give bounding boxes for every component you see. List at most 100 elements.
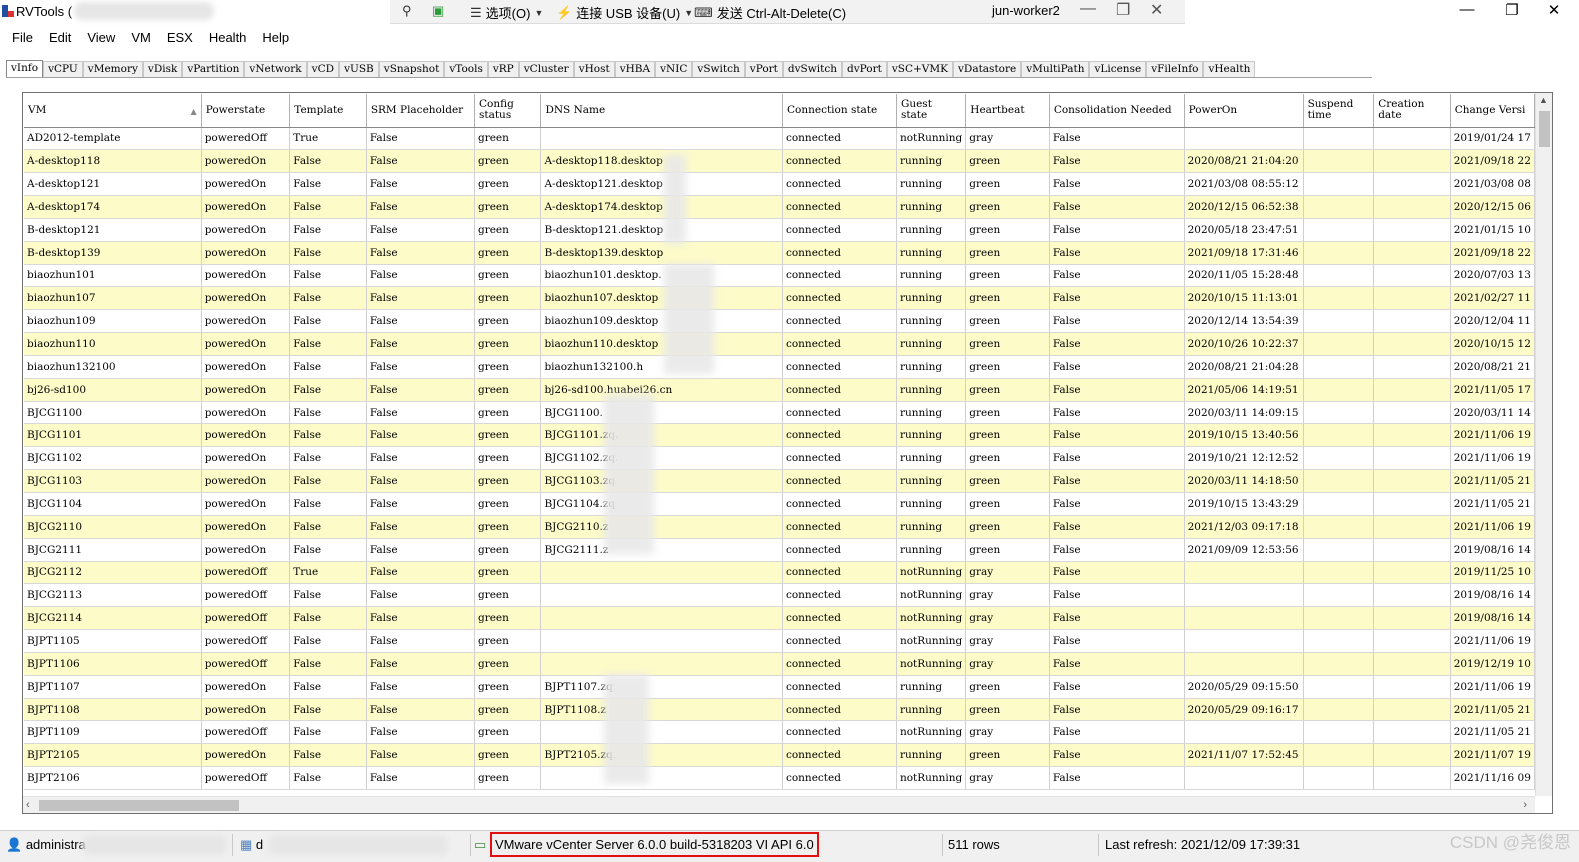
table-row[interactable]: biaozhun101 poweredOn False False green biaoz… — [24, 264, 1535, 288]
maximize-icon[interactable]: ❐ — [1492, 1, 1532, 19]
table-cell: poweredOff — [201, 127, 291, 151]
table-row[interactable]: BJPT1109 poweredOff False False green connect… — [24, 720, 1535, 745]
tab-vpartition[interactable]: vPartition — [182, 61, 245, 78]
column-header[interactable]: Config status — [474, 94, 542, 128]
tab-vhba[interactable]: vHBA — [614, 61, 656, 78]
table-row[interactable]: BJCG2110 poweredOn False False green BJCG2110… — [24, 515, 1535, 539]
remote-restore-icon[interactable]: ❐ — [1116, 0, 1130, 20]
table-row[interactable]: biaozhun110 poweredOn False False green biaoz… — [24, 332, 1535, 356]
menu-edit[interactable]: Edit — [49, 27, 71, 49]
tab-vnetwork[interactable]: vNetwork — [244, 61, 307, 78]
column-header[interactable]: Heartbeat — [965, 94, 1050, 128]
close-icon[interactable]: ✕ — [1534, 1, 1574, 19]
tab-dvswitch[interactable]: dvSwitch — [782, 61, 842, 78]
table-row[interactable]: BJCG2114 poweredOff False False green connect… — [24, 606, 1535, 631]
table-row[interactable]: BJCG1104 poweredOn False False green BJCG1104… — [24, 492, 1535, 516]
menu-vm[interactable]: VM — [131, 27, 151, 49]
table-row[interactable]: BJCG1103 poweredOn False False green BJCG1103… — [24, 469, 1535, 493]
column-header[interactable]: DNS Name — [540, 94, 783, 128]
table-row[interactable]: BJPT1106 poweredOff False False green connect… — [24, 652, 1535, 676]
table-row[interactable]: AD2012-template poweredOff True False green c… — [24, 127, 1535, 151]
tab-vdatastore[interactable]: vDatastore — [952, 61, 1022, 78]
column-header[interactable]: Connection state — [782, 94, 897, 128]
tab-vrp[interactable]: vRP — [487, 61, 519, 78]
vertical-scroll-thumb[interactable] — [1539, 111, 1550, 147]
tab-vsnapshot[interactable]: vSnapshot — [378, 61, 445, 78]
table-row[interactable]: B-desktop121 poweredOn False False green B-de… — [24, 218, 1535, 242]
options-menu[interactable]: ☰ 选项(O) ▼ — [470, 3, 543, 22]
usb-menu[interactable]: ⚡ 连接 USB 设备(U) ▼ — [556, 3, 693, 22]
horizontal-scroll-thumb[interactable] — [39, 800, 239, 811]
table-row[interactable]: biaozhun132100 poweredOn False False green bi… — [24, 355, 1535, 379]
table-row[interactable]: BJPT2105 poweredOn False False green BJPT2105… — [24, 743, 1535, 768]
tab-vtools[interactable]: vTools — [444, 61, 488, 78]
minimize-icon[interactable]: — — [1447, 1, 1487, 18]
tab-vcd[interactable]: vCD — [306, 61, 340, 78]
column-header[interactable]: VM ▲ — [24, 94, 202, 128]
menu-help[interactable]: Help — [262, 27, 289, 49]
table-row[interactable]: biaozhun107 poweredOn False False green biaoz… — [24, 286, 1535, 311]
column-header[interactable]: Suspend time — [1303, 94, 1375, 128]
tab-vsc-vmk[interactable]: vSC+VMK — [886, 61, 953, 78]
table-row[interactable]: BJCG1101 poweredOn False False green BJCG1101… — [24, 423, 1535, 448]
scroll-up-icon[interactable]: ▲ — [1539, 95, 1548, 105]
menu-health[interactable]: Health — [209, 27, 247, 49]
column-header[interactable]: Consolidation Needed — [1049, 94, 1185, 128]
table-row[interactable]: A-desktop118 poweredOn False False green A-de… — [24, 149, 1535, 174]
tab-vport[interactable]: vPort — [744, 61, 783, 78]
pin-icon[interactable]: ⚲ — [402, 3, 412, 19]
tab-vcluster[interactable]: vCluster — [518, 61, 574, 78]
table-row[interactable]: BJPT1108 poweredOn False False green BJPT1108… — [24, 698, 1535, 722]
menu-file[interactable]: File — [12, 27, 33, 49]
tab-vhost[interactable]: vHost — [573, 61, 615, 78]
table-cell: 2019/10/21 12:12:52 — [1184, 446, 1304, 471]
tab-vmemory[interactable]: vMemory — [82, 61, 143, 78]
remote-close-icon[interactable]: ✕ — [1150, 0, 1163, 20]
table-row[interactable]: BJCG2111 poweredOn False False green BJCG2111… — [24, 538, 1535, 562]
horizontal-scrollbar[interactable]: ‹ › — [23, 796, 1535, 813]
table-row[interactable]: BJPT1105 poweredOff False False green connect… — [24, 629, 1535, 653]
tab-dvport[interactable]: dvPort — [841, 61, 887, 78]
tab-vnic[interactable]: vNIC — [655, 61, 693, 78]
scroll-right-icon[interactable]: › — [1523, 799, 1527, 811]
column-header[interactable]: Powerstate — [201, 94, 291, 128]
tab-vmultipath[interactable]: vMultiPath — [1021, 61, 1090, 78]
tab-vusb[interactable]: vUSB — [339, 61, 379, 78]
menu-view[interactable]: View — [87, 27, 115, 49]
table-cell: green — [474, 195, 542, 219]
tab-vfileinfo[interactable]: vFileInfo — [1146, 61, 1204, 78]
table-row[interactable]: B-desktop139 poweredOn False False green B-de… — [24, 241, 1535, 265]
tab-vswitch[interactable]: vSwitch — [692, 61, 745, 78]
table-row[interactable]: BJCG2112 poweredOff True False green connecte… — [24, 561, 1535, 585]
tab-vdisk[interactable]: vDisk — [142, 61, 183, 78]
table-cell: False — [289, 309, 367, 334]
column-header[interactable]: SRM Placeholder — [366, 94, 475, 128]
table-cell: poweredOn — [201, 492, 291, 516]
table-row[interactable]: BJPT1107 poweredOn False False green BJPT1107… — [24, 675, 1535, 699]
column-header[interactable]: Guest state — [896, 94, 967, 128]
table-row[interactable]: BJCG1102 poweredOn False False green BJCG1102… — [24, 446, 1535, 471]
table-cell: gray — [965, 720, 1050, 745]
tab-vinfo[interactable]: vInfo — [6, 60, 44, 78]
table-row[interactable]: biaozhun109 poweredOn False False green biaoz… — [24, 309, 1535, 334]
sort-ascending-icon: ▲ — [190, 107, 197, 116]
tab-vlicense[interactable]: vLicense — [1089, 61, 1147, 78]
tab-vcpu[interactable]: vCPU — [43, 61, 83, 78]
scroll-left-icon[interactable]: ‹ — [26, 799, 30, 811]
tab-vhealth[interactable]: vHealth — [1203, 61, 1256, 78]
table-row[interactable]: bj26-sd100 poweredOn False False green bj26-s… — [24, 378, 1535, 402]
column-header[interactable]: PowerOn — [1184, 94, 1304, 128]
table-row[interactable]: A-desktop174 poweredOn False False green A-de… — [24, 195, 1535, 219]
table-row[interactable]: BJCG2113 poweredOff False False green connect… — [24, 583, 1535, 608]
remote-minimize-icon[interactable]: — — [1080, 0, 1096, 18]
column-header[interactable]: Template — [289, 94, 367, 128]
column-header[interactable]: Change Versi — [1450, 94, 1535, 128]
vertical-scrollbar[interactable]: ▲ — [1535, 93, 1552, 796]
menu-esx[interactable]: ESX — [167, 27, 193, 49]
column-header[interactable]: Creation date — [1373, 94, 1451, 128]
table-row[interactable]: A-desktop121 poweredOn False False green A-de… — [24, 172, 1535, 197]
table-row[interactable]: BJPT2106 poweredOff False False green connect… — [24, 766, 1535, 790]
monitor-icon[interactable]: ▣ — [432, 3, 444, 19]
table-row[interactable]: BJCG1100 poweredOn False False green BJCG1100… — [24, 401, 1535, 425]
send-cad-button[interactable]: ⌨ 发送 Ctrl-Alt-Delete(C) — [694, 3, 846, 22]
